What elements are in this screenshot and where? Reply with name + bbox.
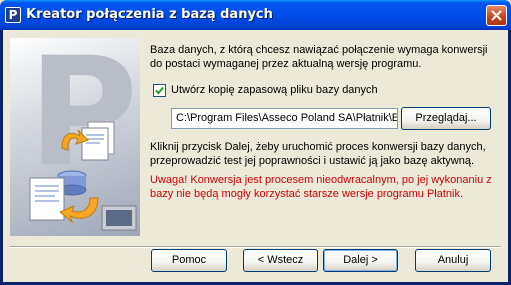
close-icon [491, 10, 502, 21]
cancel-button[interactable]: Anuluj [415, 249, 491, 272]
wizard-side-image: P [10, 38, 140, 236]
checkmark-icon [155, 86, 164, 94]
close-button[interactable] [486, 5, 507, 26]
documents-illustration-icon [29, 121, 137, 231]
dialog-body: P Baza danych, z którą chcesz nawiązać p… [3, 30, 508, 282]
warning-text: Uwaga! Konwersja jest procesem nieodwrac… [150, 174, 492, 200]
browse-button[interactable]: Przeglądaj... [401, 107, 491, 130]
button-separator [10, 246, 501, 248]
app-icon: P [5, 7, 21, 23]
dialog-window: P Kreator połączenia z bazą danych P Baz… [0, 0, 511, 285]
backup-checkbox[interactable] [153, 83, 166, 97]
window-title: Kreator połączenia z bazą danych [26, 7, 273, 22]
back-button[interactable]: < Wstecz [243, 249, 318, 272]
title-bar[interactable]: P Kreator połączenia z bazą danych [0, 0, 511, 30]
backup-checkbox-row[interactable]: Utwórz kopię zapasową pliku bazy danych [153, 83, 378, 97]
help-button[interactable]: Pomoc [151, 249, 227, 272]
info-text: Kliknij przycisk Dalej, żeby uruchomić p… [150, 141, 486, 167]
backup-path-input[interactable]: C:\Program Files\Asseco Poland SA\Płatni… [171, 108, 398, 129]
backup-checkbox-label[interactable]: Utwórz kopię zapasową pliku bazy danych [171, 84, 378, 96]
intro-text: Baza danych, z którą chcesz nawiązać poł… [150, 44, 488, 70]
next-button[interactable]: Dalej > [323, 249, 398, 272]
